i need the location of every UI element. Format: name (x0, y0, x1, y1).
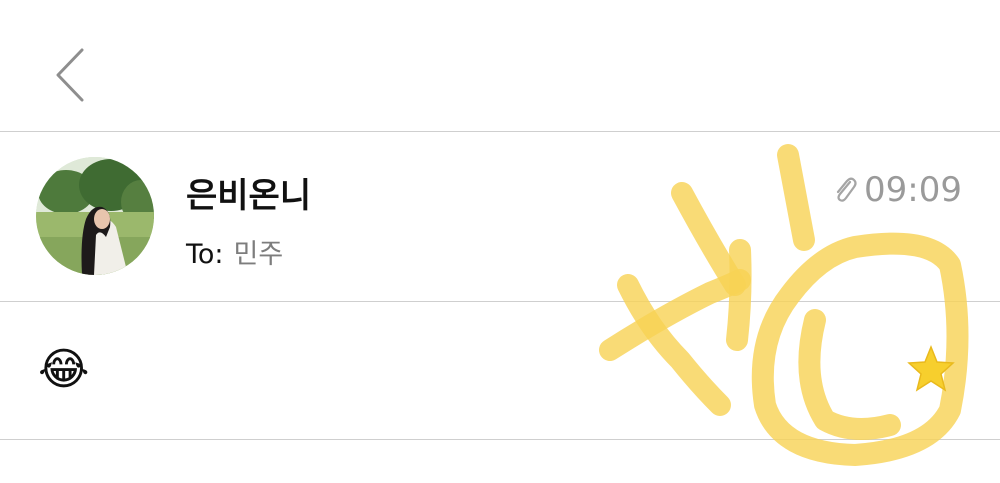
recipient-name[interactable]: 민주 (234, 239, 284, 270)
chevron-left-icon (56, 48, 84, 102)
avatar[interactable] (36, 157, 154, 275)
divider (0, 131, 1000, 132)
paperclip-icon (836, 177, 857, 202)
sender-name: 은비온니 (186, 176, 312, 216)
avatar-photo (36, 157, 154, 275)
back-button[interactable] (40, 40, 100, 110)
divider (0, 439, 1000, 440)
timestamp: 09:09 (832, 170, 962, 210)
message-body: 😂 (38, 344, 90, 395)
navigation-bar (0, 0, 1000, 132)
recipient-row: To: 민주 (186, 232, 283, 271)
time-text: 09:09 (864, 170, 962, 210)
star-icon (907, 344, 955, 392)
to-label: To: (186, 239, 224, 270)
divider (0, 301, 1000, 302)
